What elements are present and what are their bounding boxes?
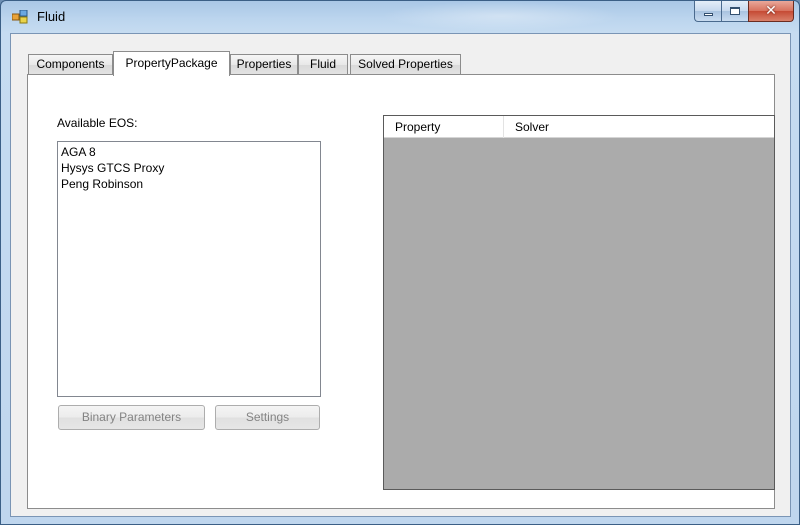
tab-fluid[interactable]: Fluid bbox=[298, 54, 348, 75]
list-item[interactable]: Hysys GTCS Proxy bbox=[61, 160, 317, 176]
close-button[interactable]: ✕ bbox=[748, 1, 794, 22]
list-item[interactable]: Peng Robinson bbox=[61, 176, 317, 192]
title-bar-glow bbox=[381, 1, 621, 31]
app-window-icon bbox=[12, 10, 28, 24]
maximize-button[interactable] bbox=[721, 1, 748, 22]
window-title: Fluid bbox=[37, 9, 66, 24]
caption-buttons: ✕ bbox=[694, 1, 794, 22]
list-item[interactable]: AGA 8 bbox=[61, 144, 317, 160]
tab-properties[interactable]: Properties bbox=[230, 54, 298, 75]
tab-components[interactable]: Components bbox=[28, 54, 113, 75]
available-eos-label: Available EOS: bbox=[57, 116, 138, 130]
binary-parameters-button[interactable]: Binary Parameters bbox=[58, 405, 205, 430]
property-solver-grid[interactable]: Property Solver bbox=[383, 115, 775, 490]
client-area: Components PropertyPackage Properties Fl… bbox=[10, 33, 791, 517]
tab-solved-properties[interactable]: Solved Properties bbox=[350, 54, 461, 75]
app-window: Fluid ✕ Components PropertyPackage Prope… bbox=[0, 0, 800, 525]
maximize-icon bbox=[730, 7, 740, 15]
settings-button[interactable]: Settings bbox=[215, 405, 320, 430]
eos-listbox[interactable]: AGA 8 Hysys GTCS Proxy Peng Robinson bbox=[57, 141, 321, 397]
tab-propertypackage[interactable]: PropertyPackage bbox=[113, 51, 230, 76]
title-bar[interactable]: Fluid ✕ bbox=[1, 1, 799, 33]
close-icon: ✕ bbox=[765, 3, 777, 19]
tab-panel-propertypackage: Available EOS: AGA 8 Hysys GTCS Proxy Pe… bbox=[27, 74, 775, 509]
grid-header: Property Solver bbox=[384, 116, 774, 138]
minimize-icon bbox=[703, 12, 713, 16]
minimize-button[interactable] bbox=[694, 1, 721, 22]
column-header-property[interactable]: Property bbox=[384, 116, 504, 138]
column-header-solver[interactable]: Solver bbox=[504, 116, 774, 138]
